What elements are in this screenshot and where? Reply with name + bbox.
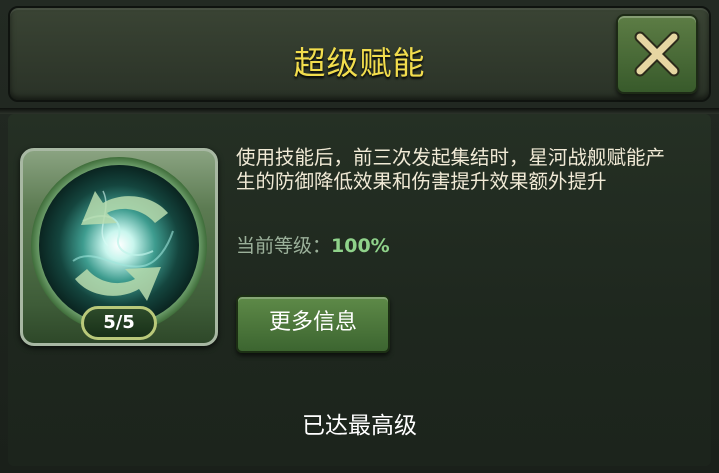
current-level-label: 当前等级： [236,235,332,257]
skill-description: 使用技能后，前三次发起集结时，星河战舰赋能产生的防御降低效果和伤害提升效果额外提… [236,146,666,193]
skill-dialog: 超级赋能 5/5 使用技能后，前三次发起集结时，星河战舰赋能产生的防御降低效果和… [0,0,719,473]
current-level: 当前等级：100% [236,231,390,258]
close-icon [634,31,680,77]
skill-level-badge: 5/5 [81,306,157,340]
more-info-button[interactable]: 更多信息 [236,295,390,353]
current-level-value: 100% [331,235,390,257]
close-button[interactable] [616,14,698,94]
max-level-status: 已达最高级 [302,413,417,439]
dialog-title: 超级赋能 [293,44,426,82]
dialog-header: 超级赋能 [8,6,711,102]
